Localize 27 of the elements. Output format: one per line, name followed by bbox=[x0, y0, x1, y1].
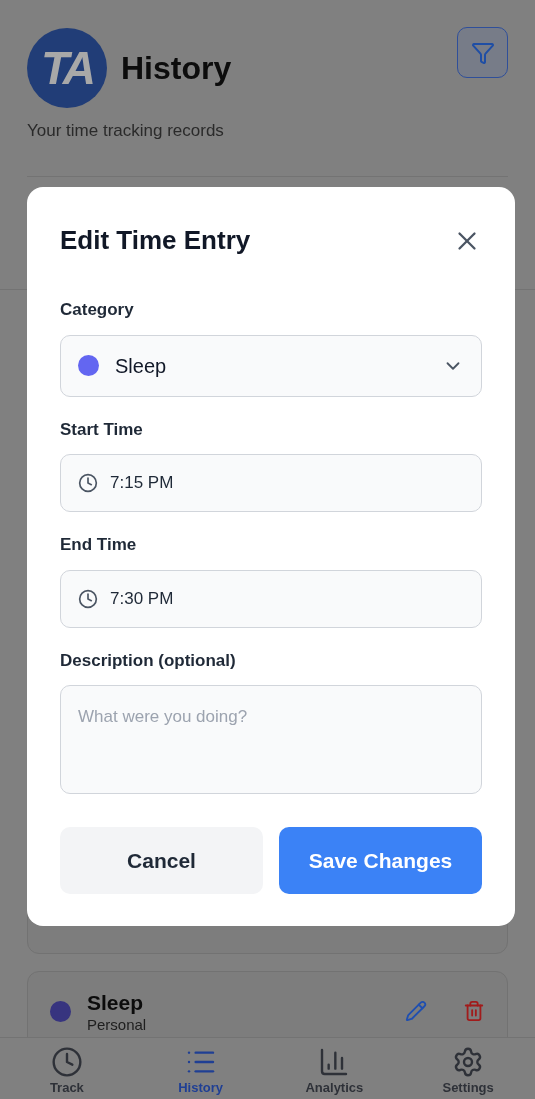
time-field[interactable]: 7:15 PM bbox=[60, 454, 482, 512]
nav-tab[interactable]: Track bbox=[16, 1046, 117, 1099]
edit-icon[interactable] bbox=[405, 1000, 427, 1022]
page-title: History bbox=[121, 49, 232, 88]
description-field[interactable]: What were you doing? bbox=[60, 685, 482, 794]
field-label: Category bbox=[60, 299, 135, 321]
nav-tab[interactable]: Analytics bbox=[284, 1046, 385, 1099]
nav-tab[interactable]: History bbox=[150, 1046, 251, 1099]
category-select[interactable]: Sleep bbox=[60, 334, 482, 397]
field-label: Start Time bbox=[60, 418, 144, 441]
logo: TA bbox=[27, 28, 107, 108]
cancel-button[interactable]: Cancel bbox=[60, 827, 263, 894]
page-subtitle: Your time tracking records bbox=[27, 120, 225, 142]
clock-icon bbox=[78, 588, 98, 609]
dialog-title: Edit Time Entry bbox=[60, 224, 251, 257]
filter-icon bbox=[470, 40, 495, 65]
time-field[interactable]: 7:30 PM bbox=[60, 569, 482, 628]
entry-category: Sleep bbox=[87, 989, 145, 1016]
save-button[interactable]: Save Changes bbox=[279, 827, 482, 894]
nav-tab[interactable]: Settings bbox=[418, 1046, 519, 1099]
filter-button[interactable] bbox=[457, 27, 508, 78]
field-label: Description (optional) bbox=[60, 649, 237, 672]
clock-icon bbox=[50, 1046, 83, 1078]
delete-icon[interactable] bbox=[463, 1000, 485, 1022]
clock-icon bbox=[78, 473, 98, 493]
field-label: End Time bbox=[60, 534, 138, 556]
entry-subcategory: Personal bbox=[87, 1015, 148, 1033]
